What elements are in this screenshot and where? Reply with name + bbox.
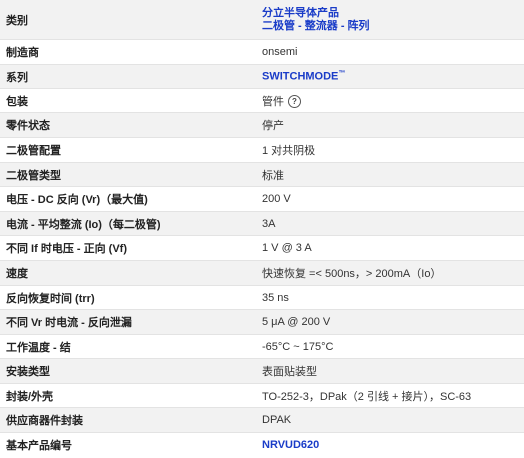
spec-row-diode-config: 二极管配置 1 对共阴极 [0, 137, 524, 162]
spec-label: 二极管配置 [6, 145, 61, 157]
spec-value: 35 ns [262, 291, 289, 304]
trademark-mark: ™ [338, 70, 346, 78]
spec-label: 包装 [6, 95, 28, 108]
spec-value: 停产 [262, 120, 284, 132]
spec-row-series: 系列 SWITCHMODE™ [0, 64, 524, 88]
spec-row-speed: 速度 快速恢复 =< 500ns，> 200mA（Io） [0, 260, 524, 285]
spec-label: 二极管类型 [6, 169, 61, 182]
spec-row-packaging: 包装 管件? [0, 88, 524, 112]
spec-label: 电流 - 平均整流 (Io)（每二极管) [6, 218, 161, 231]
spec-row-operating-temp: 工作温度 - 结 -65°C ~ 175°C [0, 334, 524, 358]
spec-value: 1 对共阴极 [262, 145, 316, 157]
spec-label: 不同 Vr 时电流 - 反向泄漏 [6, 317, 132, 329]
spec-row-forward-voltage: 不同 If 时电压 - 正向 (Vf) 1 V @ 3 A [0, 235, 524, 260]
spec-value-category: 分立半导体产品 二极管 - 整流器 - 阵列 [256, 7, 524, 33]
spec-row-supplier-package: 供应商器件封装 DPAK [0, 407, 524, 432]
spec-value: 表面贴装型 [262, 366, 317, 378]
spec-label: 电压 - DC 反向 (Vr)（最大值) [6, 194, 148, 206]
spec-value: onsemi [262, 46, 298, 58]
spec-row-mounting-type: 安装类型 表面贴装型 [0, 358, 524, 383]
spec-label: 类别 [6, 14, 28, 27]
spec-value: -65°C ~ 175°C [262, 340, 334, 353]
series-link-text: SWITCHMODE [262, 70, 339, 83]
spec-row-reverse-recovery: 反向恢复时间 (trr) 35 ns [0, 285, 524, 309]
spec-label: 系列 [6, 71, 28, 84]
spec-label: 零件状态 [6, 120, 50, 132]
spec-value: 标准 [262, 169, 284, 182]
spec-row-diode-type: 二极管类型 标准 [0, 162, 524, 186]
spec-row-leakage-current: 不同 Vr 时电流 - 反向泄漏 5 μA @ 200 V [0, 309, 524, 334]
spec-value: 200 V [262, 193, 291, 205]
spec-label: 速度 [6, 268, 28, 280]
series-link[interactable]: SWITCHMODE™ [256, 70, 524, 83]
spec-value: 5 μA @ 200 V [262, 316, 331, 328]
spec-row-manufacturer: 制造商 onsemi [0, 39, 524, 64]
spec-row-package-case: 封装/外壳 TO-252-3，DPak（2 引线 + 接片），SC-63 [0, 383, 524, 407]
spec-row-rectified-current: 电流 - 平均整流 (Io)（每二极管) 3A [0, 211, 524, 235]
spec-row-reverse-voltage: 电压 - DC 反向 (Vr)（最大值) 200 V [0, 186, 524, 211]
packaging-text: 管件 [262, 95, 284, 108]
product-spec-table: 类别 分立半导体产品 二极管 - 整流器 - 阵列 制造商 onsemi 系列 … [0, 0, 524, 456]
spec-label: 反向恢复时间 (trr) [6, 292, 95, 305]
spec-label: 安装类型 [6, 366, 50, 378]
spec-label: 制造商 [6, 47, 39, 59]
spec-label: 供应商器件封装 [6, 415, 83, 427]
category-link-discrete[interactable]: 分立半导体产品 [262, 7, 524, 20]
question-circle-icon[interactable]: ? [288, 95, 301, 109]
spec-row-part-status: 零件状态 停产 [0, 112, 524, 137]
category-link-diode-arrays[interactable]: 二极管 - 整流器 - 阵列 [262, 20, 524, 33]
spec-value: 快速恢复 =< 500ns，> 200mA（Io） [262, 268, 442, 280]
spec-value: 3A [262, 217, 276, 230]
spec-row-category: 类别 分立半导体产品 二极管 - 整流器 - 阵列 [0, 0, 524, 39]
spec-value: TO-252-3，DPak（2 引线 + 接片），SC-63 [262, 390, 472, 403]
spec-value-packaging: 管件? [256, 93, 524, 109]
spec-label: 不同 If 时电压 - 正向 (Vf) [6, 243, 127, 255]
spec-value: DPAK [262, 414, 292, 426]
spec-label: 基本产品编号 [6, 439, 72, 452]
spec-value: 1 V @ 3 A [262, 242, 312, 254]
spec-label: 封装/外壳 [6, 390, 54, 403]
base-part-number-link[interactable]: NRVUD620 [256, 439, 524, 451]
spec-row-base-part-number: 基本产品编号 NRVUD620 [0, 432, 524, 456]
spec-label: 工作温度 - 结 [6, 341, 71, 354]
